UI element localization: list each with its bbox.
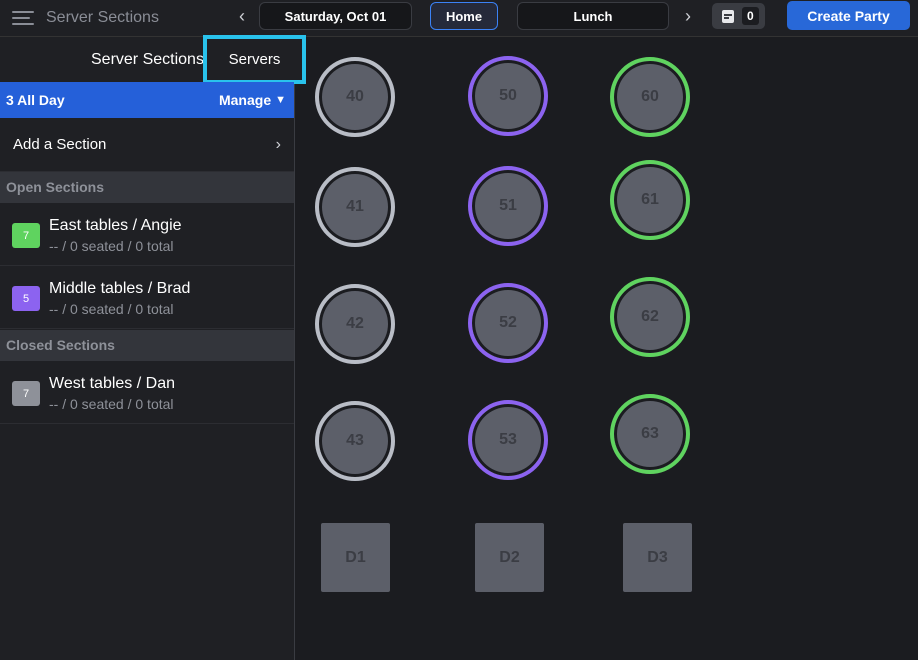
section-middle-tables[interactable]: 5 Middle tables / Brad -- / 0 seated / 0… [0,266,294,329]
open-sections-header: Open Sections [0,172,294,203]
reservations-badge[interactable]: 0 [712,3,765,29]
closed-sections-header: Closed Sections [0,330,294,361]
manage-label: Manage [218,92,272,108]
table-61[interactable]: 61 [610,160,690,240]
section-west-tables[interactable]: 7 West tables / Dan -- / 0 seated / 0 to… [0,361,294,424]
top-bar: Server Sections ‹ Saturday, Oct 01 Home … [0,0,918,37]
date-selector[interactable]: Saturday, Oct 01 [259,2,412,30]
table-41[interactable]: 41 [315,167,395,247]
table-43[interactable]: 43 [315,401,395,481]
manage-button[interactable]: Manage ▼ [219,92,286,108]
chevron-right-icon: › [275,135,281,153]
chevron-left-icon[interactable]: ‹ [234,6,250,27]
section-stats: -- / 0 seated / 0 total [49,396,174,412]
section-name: Middle tables / Brad [49,280,191,297]
section-number: 7 [12,381,40,406]
section-number: 7 [12,223,40,248]
clipboard-icon [722,9,734,23]
sidebar: Server Sections Servers 3 All Day Manage… [0,35,306,660]
chevron-down-icon: ▼ [275,94,286,106]
section-east-tables[interactable]: 7 East tables / Angie -- / 0 seated / 0 … [0,203,294,266]
table-d3[interactable]: D3 [623,523,692,592]
floor-plan: 40 41 42 43 50 51 52 53 60 61 62 63 D1 D… [296,37,918,660]
layout-name: 3 All Day [6,92,65,108]
shift-selector[interactable]: Lunch [517,2,669,30]
table-63[interactable]: 63 [610,394,690,474]
chevron-right-icon[interactable]: › [680,6,696,27]
table-50[interactable]: 50 [468,56,548,136]
section-name: East tables / Angie [49,217,182,234]
table-62[interactable]: 62 [610,277,690,357]
table-d2[interactable]: D2 [475,523,544,592]
menu-icon[interactable] [12,11,34,27]
add-section-label: Add a Section [13,136,107,153]
section-stats: -- / 0 seated / 0 total [49,238,174,254]
tab-servers[interactable]: Servers [203,35,306,84]
table-51[interactable]: 51 [468,166,548,246]
layout-bar: 3 All Day Manage ▼ [0,82,294,118]
section-stats: -- / 0 seated / 0 total [49,301,174,317]
section-number: 5 [12,286,40,311]
table-52[interactable]: 52 [468,283,548,363]
app-title: Server Sections [46,9,159,26]
create-party-button[interactable]: Create Party [787,1,910,30]
section-name: West tables / Dan [49,375,175,392]
tab-server-sections[interactable]: Server Sections [91,51,204,69]
badge-count: 0 [742,7,759,25]
table-d1[interactable]: D1 [321,523,390,592]
add-section-button[interactable]: Add a Section › [0,118,294,172]
table-40[interactable]: 40 [315,57,395,137]
table-42[interactable]: 42 [315,284,395,364]
home-button[interactable]: Home [430,2,498,30]
table-53[interactable]: 53 [468,400,548,480]
table-60[interactable]: 60 [610,57,690,137]
